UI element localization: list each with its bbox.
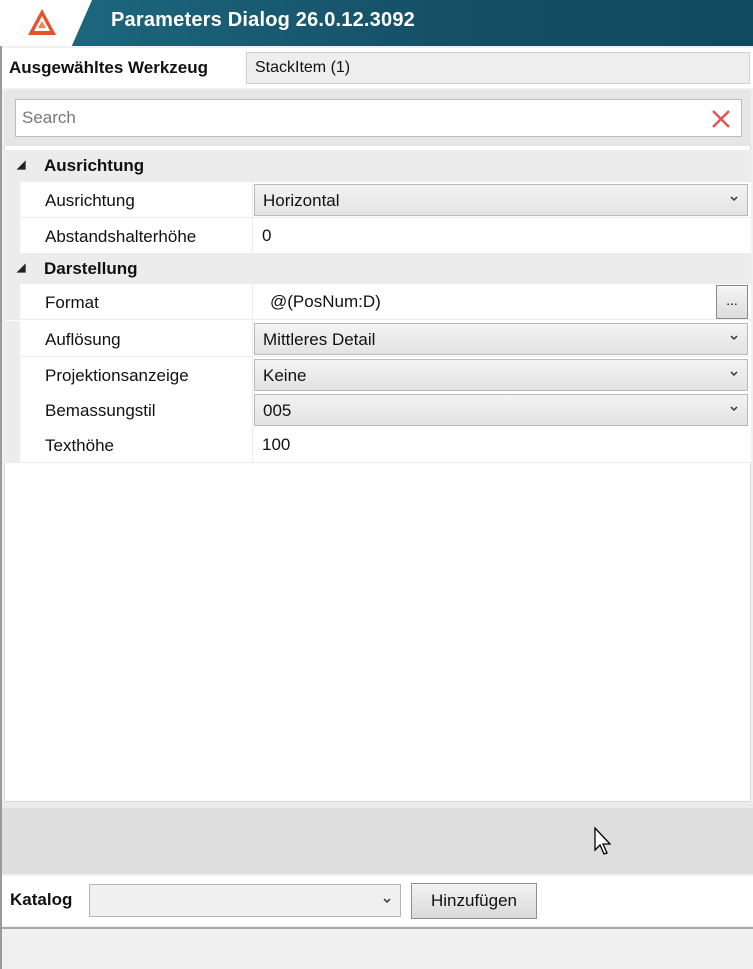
aufloesung-dropdown[interactable]: Mittleres Detail xyxy=(254,323,748,355)
projektionsanzeige-dropdown[interactable]: Keine xyxy=(254,359,748,391)
column-separator xyxy=(252,218,253,253)
column-separator xyxy=(252,392,253,427)
catalog-row: Katalog Hinzufügen xyxy=(2,876,753,926)
property-name: Format xyxy=(45,293,99,312)
add-button[interactable]: Hinzufügen xyxy=(411,883,537,919)
group-header-darstellung[interactable]: ◢ Darstellung xyxy=(4,253,751,285)
property-row-abstandshalterhoehe: Abstandshalterhöhe 0 xyxy=(4,218,751,254)
row-gutter xyxy=(4,392,20,427)
chevron-down-icon xyxy=(730,196,738,202)
format-ellipsis-button[interactable]: ... xyxy=(716,285,748,319)
catalog-label: Katalog xyxy=(10,890,73,909)
title-bar: Parameters Dialog 26.0.12.3092 xyxy=(0,0,753,46)
chevron-down-icon xyxy=(383,898,391,904)
chevron-down-icon xyxy=(730,335,738,341)
search-input[interactable] xyxy=(22,106,702,130)
app-logo-icon xyxy=(28,9,56,35)
dropdown-value: Keine xyxy=(263,366,307,385)
dropdown-value: Mittleres Detail xyxy=(263,330,376,349)
property-name: Texthöhe xyxy=(45,436,114,455)
group-title: Darstellung xyxy=(44,259,138,278)
property-name: Auflösung xyxy=(45,330,121,349)
mouse-cursor-icon xyxy=(594,826,612,855)
group-title: Ausrichtung xyxy=(44,156,145,175)
row-gutter xyxy=(4,357,20,392)
property-name: Projektionsanzeige xyxy=(45,366,189,385)
close-icon[interactable] xyxy=(709,107,733,131)
column-separator xyxy=(252,357,253,392)
property-row-texthoehe: Texthöhe 100 xyxy=(4,427,751,463)
preview-area xyxy=(2,802,753,874)
property-row-aufloesung: Auflösung Mittleres Detail xyxy=(4,321,751,357)
property-name: Abstandshalterhöhe xyxy=(45,227,197,246)
property-name: Bemassungstil xyxy=(45,401,156,420)
property-row-format: Format @(PosNum:D) ... xyxy=(4,284,751,320)
catalog-dropdown[interactable] xyxy=(89,884,401,917)
column-separator xyxy=(252,182,253,217)
collapse-triangle-icon[interactable]: ◢ xyxy=(17,158,25,171)
group-header-ausrichtung[interactable]: ◢ Ausrichtung xyxy=(4,150,751,182)
selected-tool-row: Ausgewähltes Werkzeug StackItem (1) xyxy=(2,48,753,88)
row-gutter xyxy=(4,218,20,253)
column-separator xyxy=(252,427,253,462)
logo-area xyxy=(0,0,92,46)
dropdown-value: Horizontal xyxy=(263,191,340,210)
chevron-down-icon xyxy=(730,371,738,377)
property-row-projektionsanzeige: Projektionsanzeige Keine xyxy=(4,357,751,393)
row-gutter xyxy=(4,321,20,356)
bemassungstil-dropdown[interactable]: 005 xyxy=(254,394,748,426)
search-box xyxy=(15,99,742,137)
format-value[interactable]: @(PosNum:D) xyxy=(270,292,381,312)
collapse-triangle-icon[interactable]: ◢ xyxy=(17,261,25,274)
property-row-ausrichtung: Ausrichtung Horizontal xyxy=(4,182,751,218)
property-row-bemassungstil: Bemassungstil 005 xyxy=(4,392,751,428)
property-name: Ausrichtung xyxy=(45,191,135,210)
selected-tool-label: Ausgewähltes Werkzeug xyxy=(9,58,209,77)
selected-tool-field[interactable]: StackItem (1) xyxy=(246,52,750,84)
texthoehe-value[interactable]: 100 xyxy=(262,435,290,455)
column-separator xyxy=(252,284,253,319)
dropdown-value: 005 xyxy=(263,401,292,420)
row-gutter xyxy=(4,182,20,217)
status-bar xyxy=(2,927,753,969)
row-gutter xyxy=(4,284,20,319)
row-gutter xyxy=(4,427,20,462)
column-separator xyxy=(252,321,253,356)
ausrichtung-dropdown[interactable]: Horizontal xyxy=(254,184,748,216)
window-title: Parameters Dialog 26.0.12.3092 xyxy=(111,9,415,31)
abstandshalterhoehe-value[interactable]: 0 xyxy=(262,226,271,246)
chevron-down-icon xyxy=(730,406,738,412)
